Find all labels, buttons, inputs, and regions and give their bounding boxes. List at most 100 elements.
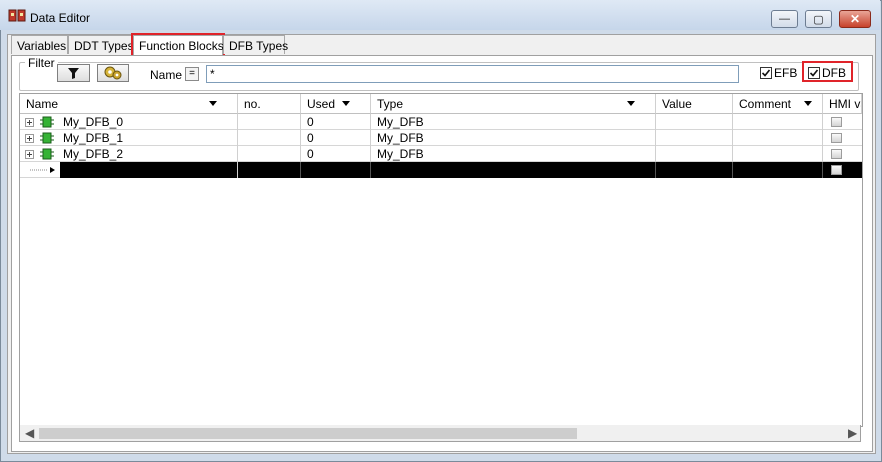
column-header-value[interactable]: Value (656, 94, 733, 114)
gears-icon (104, 66, 122, 80)
column-header-name[interactable]: Name (20, 94, 238, 114)
cell-value[interactable] (656, 130, 733, 146)
cell-comment[interactable] (733, 130, 823, 146)
cell-type[interactable]: My_DFB (371, 146, 656, 162)
table-row[interactable]: My_DFB_2 0 My_DFB (20, 146, 862, 162)
new-row-cell[interactable] (733, 162, 823, 178)
row-name: My_DFB_2 (63, 147, 124, 161)
expand-icon[interactable] (25, 150, 34, 159)
tab-ddt-types[interactable]: DDT Types (68, 35, 134, 54)
function-block-icon (40, 148, 54, 160)
name-filter-input[interactable] (206, 65, 739, 83)
column-header-type[interactable]: Type (371, 94, 656, 114)
column-header-label: HMI va (829, 97, 861, 111)
tab-variables[interactable]: Variables (11, 35, 68, 54)
new-row-cell[interactable] (371, 162, 656, 178)
column-header-label: Value (662, 97, 692, 111)
variables-grid[interactable]: Name no. Used Type Value Comment HMI va … (19, 93, 863, 427)
maximize-button[interactable]: ▢ (805, 10, 832, 28)
cell-no[interactable] (238, 114, 301, 130)
dfb-highlight-frame (802, 61, 853, 82)
row-name: My_DFB_1 (63, 131, 124, 145)
equals-button[interactable]: = (185, 67, 199, 81)
column-header-label: Type (377, 97, 404, 111)
data-editor-icon (8, 9, 26, 22)
column-header-label: Comment (739, 97, 792, 111)
column-header-no[interactable]: no. (238, 94, 301, 114)
column-header-label: no. (244, 97, 261, 111)
cell-no[interactable] (238, 146, 301, 162)
filter-button[interactable] (57, 64, 90, 82)
row-pointer-icon (30, 167, 55, 173)
minimize-button[interactable]: — (771, 10, 798, 28)
checkmark-icon (761, 69, 771, 77)
efb-label: EFB (774, 66, 798, 80)
table-row[interactable]: My_DFB_1 0 My_DFB (20, 130, 862, 146)
tab-dfb-types[interactable]: DFB Types (223, 35, 289, 54)
dropdown-arrow-icon[interactable] (804, 101, 812, 106)
title-bar[interactable]: Data Editor — ▢ ✕ (0, 0, 880, 30)
scrollbar-thumb[interactable] (39, 428, 577, 439)
cell-type[interactable]: My_DFB (371, 130, 656, 146)
tab-label: Function Blocks (139, 39, 224, 53)
new-row-cell[interactable] (238, 162, 301, 178)
cell-no[interactable] (238, 130, 301, 146)
expand-icon[interactable] (25, 118, 34, 127)
new-row-cell[interactable] (301, 162, 371, 178)
dropdown-arrow-icon[interactable] (342, 101, 350, 106)
cell-used[interactable]: 0 (301, 130, 371, 146)
cell-comment[interactable] (733, 114, 823, 130)
minimize-icon: — (779, 13, 790, 25)
function-block-icon (40, 116, 54, 128)
cell-name[interactable]: My_DFB_0 (20, 114, 238, 130)
scroll-right-icon[interactable]: ▶ (848, 426, 857, 440)
column-header-used[interactable]: Used (301, 94, 371, 114)
name-label: Name (150, 68, 183, 82)
cell-used[interactable]: 0 (301, 114, 371, 130)
new-entry-row[interactable] (20, 162, 862, 178)
cell-used[interactable]: 0 (301, 146, 371, 162)
efb-checkbox-box[interactable] (760, 67, 772, 79)
column-header-comment[interactable]: Comment (733, 94, 823, 114)
close-icon: ✕ (849, 12, 861, 26)
horizontal-scrollbar[interactable]: ◀ ▶ (19, 425, 861, 442)
new-row-cell[interactable] (656, 162, 733, 178)
scroll-left-icon[interactable]: ◀ (25, 426, 34, 440)
hmi-checkbox[interactable] (831, 133, 842, 143)
tab-label: DFB Types (229, 39, 289, 53)
function-block-icon (40, 132, 54, 144)
hmi-checkbox[interactable] (831, 117, 842, 127)
cell-value[interactable] (656, 114, 733, 130)
cell-name[interactable]: My_DFB_2 (20, 146, 238, 162)
cell-name[interactable]: My_DFB_1 (20, 130, 238, 146)
tab-label: DDT Types (74, 39, 134, 53)
row-name: My_DFB_0 (63, 115, 124, 129)
column-header-hmi[interactable]: HMI va (823, 94, 862, 114)
window-title: Data Editor (30, 11, 91, 25)
expand-icon[interactable] (25, 134, 34, 143)
dropdown-arrow-icon[interactable] (627, 101, 635, 106)
cell-comment[interactable] (733, 146, 823, 162)
maximize-icon: ▢ (813, 13, 824, 26)
column-header-label: Name (26, 97, 59, 111)
tab-function-blocks[interactable]: Function Blocks (131, 33, 225, 57)
new-row-name-cell[interactable] (60, 162, 238, 178)
table-row[interactable]: My_DFB_0 0 My_DFB (20, 114, 862, 130)
new-row-indicator (20, 162, 60, 178)
hmi-checkbox[interactable] (831, 149, 842, 159)
cell-value[interactable] (656, 146, 733, 162)
cell-hmi[interactable] (823, 114, 862, 130)
funnel-icon (68, 68, 79, 79)
dropdown-arrow-icon[interactable] (209, 101, 217, 106)
cell-hmi[interactable] (823, 130, 862, 146)
hmi-checkbox[interactable] (831, 165, 842, 175)
filter-legend: Filter (25, 56, 58, 70)
column-header-label: Used (307, 97, 336, 111)
filter-settings-button[interactable] (97, 64, 129, 82)
tab-label: Variables (17, 39, 67, 53)
close-button[interactable]: ✕ (839, 10, 871, 28)
cell-type[interactable]: My_DFB (371, 114, 656, 130)
efb-checkbox[interactable]: EFB (760, 66, 797, 80)
cell-hmi[interactable] (823, 146, 862, 162)
new-row-hmi-cell[interactable] (823, 162, 862, 178)
